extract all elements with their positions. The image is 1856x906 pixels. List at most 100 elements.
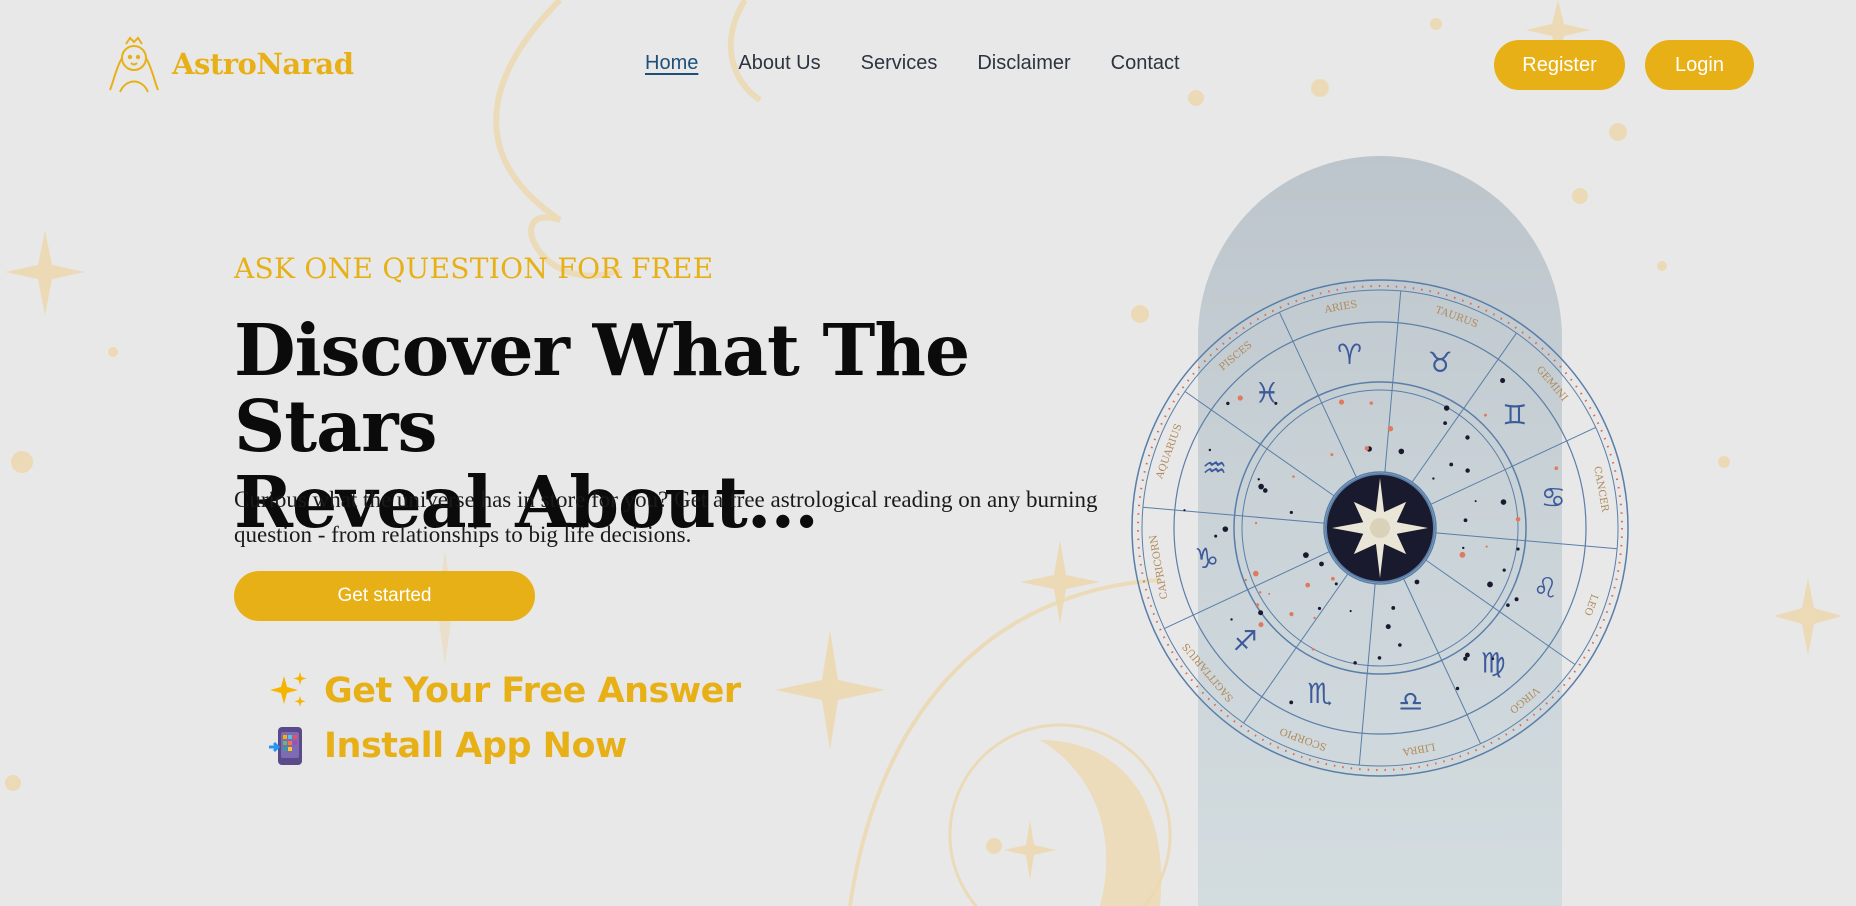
constellation-star xyxy=(1214,534,1218,538)
constellation-star xyxy=(1292,475,1295,478)
install-app-label: Install App Now xyxy=(324,726,627,766)
constellation-star xyxy=(1268,592,1271,595)
zodiac-glyph-icon: ♉ xyxy=(1428,346,1453,379)
constellation-star xyxy=(1258,610,1264,616)
constellation-star xyxy=(1398,643,1402,647)
constellation-star xyxy=(1289,612,1294,617)
constellation-star xyxy=(1252,570,1259,577)
constellation-star xyxy=(1443,421,1448,426)
constellation-star xyxy=(1554,466,1559,471)
constellation-star xyxy=(1257,478,1260,481)
constellation-star xyxy=(1208,448,1212,452)
constellation-star xyxy=(1443,405,1450,411)
constellation-star xyxy=(1258,622,1264,628)
zodiac-sign-label: ARIES xyxy=(1323,299,1358,316)
constellation-star xyxy=(1459,551,1466,558)
nav-contact[interactable]: Contact xyxy=(1111,52,1180,75)
constellation-star xyxy=(1230,618,1233,621)
constellation-star xyxy=(1465,435,1470,440)
constellation-star xyxy=(1244,578,1247,582)
constellation-star xyxy=(1317,606,1322,611)
zodiac-glyph-icon: ♎ xyxy=(1398,685,1423,718)
constellation-star xyxy=(1289,510,1293,515)
zodiac-glyph-icon: ♒ xyxy=(1202,451,1227,484)
constellation-star xyxy=(1183,509,1186,512)
constellation-star xyxy=(1474,500,1477,503)
constellation-star xyxy=(1398,448,1405,455)
constellation-star xyxy=(1487,581,1493,588)
constellation-star xyxy=(1463,518,1468,523)
hero-kicker: ASK ONE QUESTION FOR FREE xyxy=(234,252,714,285)
free-answer-link[interactable]: Get Your Free Answer xyxy=(268,670,741,712)
constellation-star xyxy=(1455,686,1460,691)
nav-about-us[interactable]: About Us xyxy=(738,52,820,75)
constellation-star xyxy=(1262,488,1268,493)
mobile-app-icon xyxy=(269,727,302,765)
nav-home[interactable]: Home xyxy=(645,52,698,75)
zodiac-sign-label: LEO xyxy=(1582,592,1600,617)
get-started-button[interactable]: Get started xyxy=(234,571,535,621)
zodiac-glyph-icon: ♊ xyxy=(1502,398,1527,431)
constellation-star xyxy=(1353,661,1357,665)
constellation-star xyxy=(1385,624,1391,630)
constellation-star xyxy=(1483,413,1487,417)
constellation-star xyxy=(1334,582,1338,586)
constellation-star xyxy=(1377,656,1382,660)
zodiac-glyph-icon: ♐ xyxy=(1233,625,1258,658)
constellation-star xyxy=(1500,378,1506,384)
constellation-star xyxy=(1432,477,1435,480)
constellation-star xyxy=(1237,395,1243,401)
constellation-star xyxy=(1464,652,1470,658)
constellation-star xyxy=(1330,453,1334,457)
hero-headline-line-1: Discover What The Stars xyxy=(234,308,970,468)
constellation-star xyxy=(1254,521,1258,525)
constellation-star xyxy=(1369,401,1373,405)
register-button[interactable]: Register xyxy=(1494,40,1625,90)
constellation-star xyxy=(1414,579,1420,585)
goddess-logo-icon xyxy=(109,36,159,93)
zodiac-glyph-icon: ♍ xyxy=(1481,646,1506,679)
zodiac-sign-label: SAGITTARIUS xyxy=(1181,640,1236,703)
constellation-star xyxy=(1485,545,1488,548)
constellation-star xyxy=(1514,597,1519,602)
zodiac-glyph-icon: ♑ xyxy=(1194,542,1219,575)
zodiac-wheel: ARIES♈TAURUS♉GEMINI♊CANCER♋LEO♌VIRGO♍LIB… xyxy=(1131,279,1629,777)
zodiac-sign-label: CAPRICORN xyxy=(1148,534,1170,600)
constellation-star xyxy=(1387,425,1394,432)
constellation-star xyxy=(1465,468,1470,473)
constellation-star xyxy=(1506,603,1510,607)
install-app-link[interactable]: Install App Now xyxy=(268,725,627,767)
login-button[interactable]: Login xyxy=(1645,40,1754,90)
sparkles-icon xyxy=(270,672,307,707)
zodiac-sign-label: SCORPIO xyxy=(1278,725,1328,752)
constellation-star xyxy=(1338,399,1345,405)
nav-services[interactable]: Services xyxy=(861,52,938,75)
zodiac-glyph-icon: ♋ xyxy=(1541,481,1566,514)
constellation-star xyxy=(1319,561,1324,567)
constellation-star xyxy=(1491,657,1495,661)
constellation-star xyxy=(1349,609,1352,613)
zodiac-sign-label: CANCER xyxy=(1591,465,1610,513)
constellation-star xyxy=(1222,526,1229,532)
constellation-star xyxy=(1500,499,1507,505)
zodiac-glyph-icon: ♌ xyxy=(1533,572,1558,605)
constellation-star xyxy=(1311,647,1315,651)
zodiac-sign-label: LIBRA xyxy=(1401,740,1436,757)
constellation-star xyxy=(1515,516,1521,522)
brand-logo[interactable]: AstroNarad xyxy=(102,32,354,96)
constellation-star xyxy=(1364,446,1370,451)
zodiac-sign-label: VIRGO xyxy=(1507,684,1542,715)
nav-disclaimer[interactable]: Disclaimer xyxy=(977,52,1070,75)
main-nav: Home About Us Services Disclaimer Contac… xyxy=(645,52,1180,75)
constellation-star xyxy=(1502,568,1506,572)
constellation-star xyxy=(1226,401,1230,406)
hero-description: Curious what the universe has in store f… xyxy=(234,487,1098,547)
zodiac-glyph-icon: ♏ xyxy=(1307,677,1332,710)
constellation-star xyxy=(1462,546,1465,550)
free-answer-label: Get Your Free Answer xyxy=(324,671,741,711)
constellation-star xyxy=(1259,591,1262,594)
constellation-star xyxy=(1302,552,1309,558)
brand-name: AstroNarad xyxy=(172,47,354,81)
constellation-star xyxy=(1274,401,1278,405)
constellation-star xyxy=(1255,603,1260,607)
